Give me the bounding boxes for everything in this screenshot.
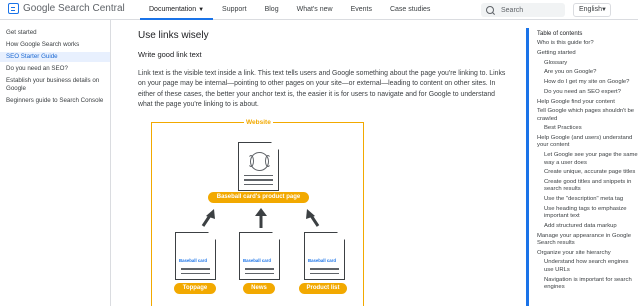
- sidebar-item-business-details[interactable]: Establish your business details on Googl…: [0, 76, 110, 94]
- toc-item[interactable]: Create good titles and snippets in searc…: [537, 179, 638, 194]
- toc-item[interactable]: Create unique, accurate page titles: [537, 169, 638, 176]
- toc-item[interactable]: Understand how search engines use URLs: [537, 259, 638, 274]
- diagram-arrows: [201, 208, 320, 228]
- nav-documentation[interactable]: Documentation ▼: [140, 0, 214, 20]
- language-select[interactable]: English ▼: [573, 3, 611, 17]
- search-central-logo-icon: [8, 3, 19, 14]
- search-icon: [486, 6, 494, 14]
- toc-item[interactable]: Navigation is important for search engin…: [537, 277, 638, 292]
- toc-item[interactable]: Getting started: [537, 50, 638, 57]
- toc-item[interactable]: Who is this guide for?: [537, 40, 638, 47]
- toppage-label: Toppage: [174, 283, 216, 294]
- toppage-document-icon: Baseball card: [175, 231, 217, 280]
- site-logo[interactable]: Google Search Central: [8, 3, 125, 14]
- sidebar-item-search-console[interactable]: Beginners guide to Search Console: [0, 96, 110, 106]
- toc-title: Table of contents: [537, 31, 583, 37]
- diagram-title: Website: [244, 119, 273, 126]
- nav-events[interactable]: Events: [342, 0, 381, 20]
- search-input[interactable]: Search: [481, 3, 565, 17]
- toc-item[interactable]: How do I get my site on Google?: [537, 79, 638, 86]
- baseball-card-text: Baseball card: [179, 258, 207, 263]
- toc-item[interactable]: Do you need an SEO expert?: [537, 89, 638, 96]
- product-list-document-icon: Baseball card: [304, 231, 346, 280]
- product-page-label: Baseball card's product page: [208, 192, 309, 203]
- toc-item[interactable]: Help Google (and users) understand your …: [537, 135, 638, 150]
- search-placeholder: Search: [501, 6, 524, 14]
- toc-item[interactable]: Let Google see your page the same way a …: [537, 152, 638, 167]
- body-paragraph: Link text is the visible text inside a l…: [138, 70, 506, 109]
- nav-whats-new[interactable]: What's new: [288, 0, 342, 20]
- main-content: Use links wisely Write good link text Li…: [138, 24, 508, 111]
- nav-blog[interactable]: Blog: [256, 0, 288, 20]
- top-nav: Documentation ▼ Support Blog What's new E…: [140, 0, 439, 20]
- chevron-down-icon: ▼: [198, 7, 205, 13]
- left-sidebar: Get started How Google Search works SEO …: [0, 20, 111, 306]
- toc-item[interactable]: Best Practices: [537, 125, 638, 132]
- toc-item[interactable]: Are you on Google?: [537, 69, 638, 76]
- toc-item[interactable]: Use the "description" meta tag: [537, 196, 638, 203]
- product-page-document-icon: [238, 141, 280, 191]
- logo-text: Google Search Central: [23, 3, 125, 14]
- toc-item[interactable]: Use heading tags to emphasize important …: [537, 206, 638, 221]
- news-document-icon: Baseball card: [239, 231, 281, 280]
- toc-item[interactable]: Tell Google which pages shouldn't be cra…: [537, 108, 638, 123]
- toc-item[interactable]: Add structured data markup: [537, 223, 638, 230]
- baseball-card-text: Baseball card: [243, 258, 271, 263]
- toc-item[interactable]: Help Google find your content: [537, 99, 638, 106]
- nav-support[interactable]: Support: [213, 0, 256, 20]
- toc-item[interactable]: Organize your site hierarchy: [537, 250, 638, 257]
- sidebar-item-do-you-need-seo[interactable]: Do you need an SEO?: [0, 64, 110, 74]
- sidebar-item-seo-starter-guide[interactable]: SEO Starter Guide: [0, 52, 110, 62]
- product-list-label: Product list: [299, 283, 347, 294]
- sidebar-item-how-search-works[interactable]: How Google Search works: [0, 40, 110, 50]
- nav-case-studies[interactable]: Case studies: [381, 0, 439, 20]
- section-heading: Use links wisely: [138, 30, 209, 41]
- top-bar: Google Search Central Documentation ▼ Sup…: [0, 0, 638, 20]
- sidebar-item-get-started[interactable]: Get started: [0, 28, 110, 38]
- toc-item[interactable]: Manage your appearance in Google Search …: [537, 233, 638, 248]
- language-label: English: [579, 6, 602, 13]
- baseball-icon: [248, 152, 271, 171]
- news-label: News: [243, 283, 275, 294]
- toc-item[interactable]: Glossary: [537, 60, 638, 67]
- chevron-down-icon: ▼: [601, 7, 607, 13]
- table-of-contents: Table of contents Who is this guide for?…: [526, 28, 638, 306]
- subsection-heading: Write good link text: [138, 50, 202, 59]
- baseball-card-text: Baseball card: [308, 258, 336, 263]
